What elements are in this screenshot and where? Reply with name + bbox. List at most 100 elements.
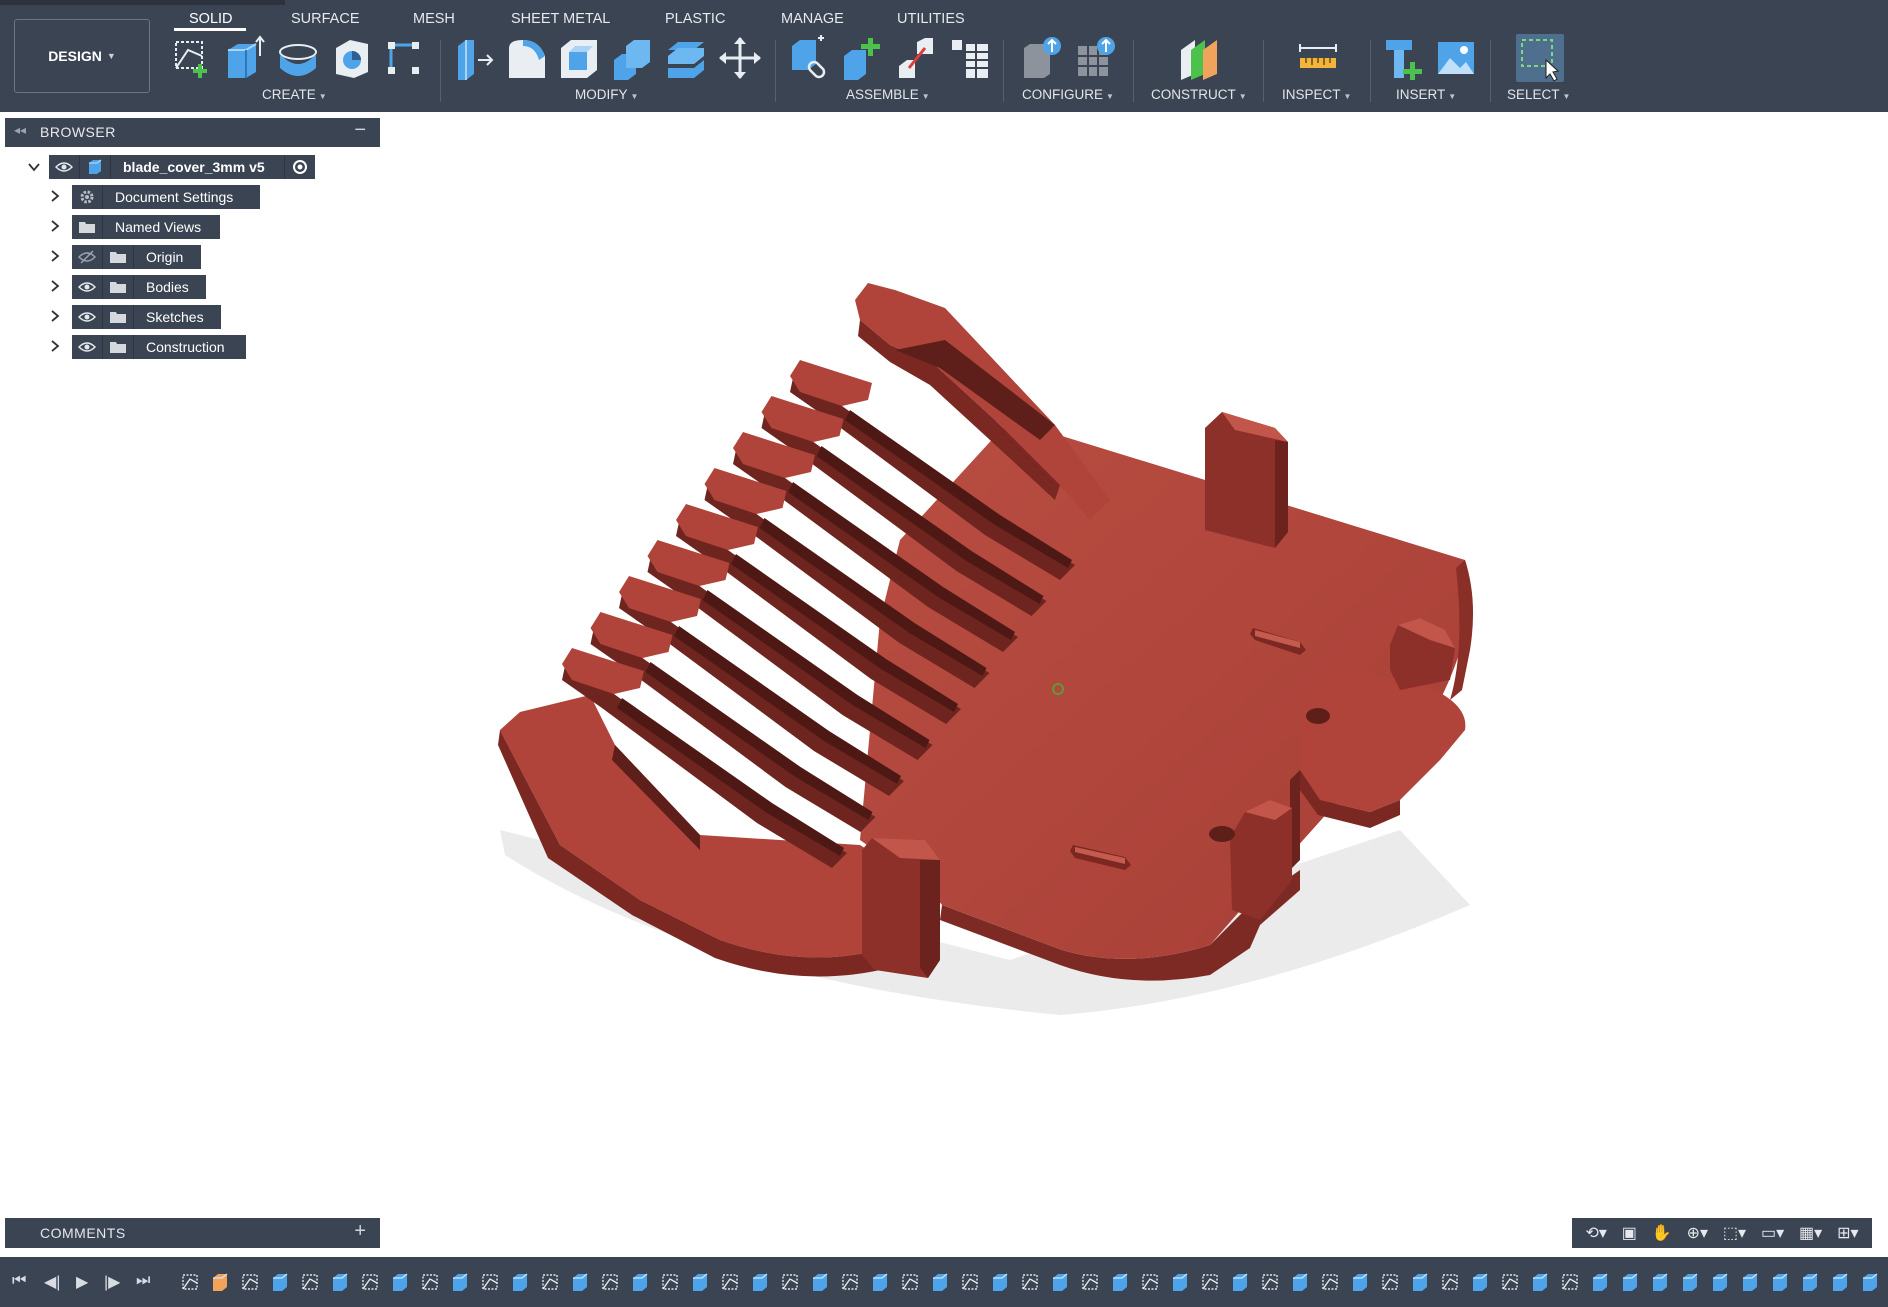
timeline-feature[interactable] — [1530, 1271, 1550, 1293]
timeline-feature[interactable] — [930, 1271, 950, 1293]
timeline-feature[interactable] — [360, 1271, 380, 1293]
chevron-down-icon[interactable] — [27, 160, 41, 174]
insert-mcmaster-icon[interactable] — [1382, 34, 1426, 82]
tab-surface[interactable]: SURFACE — [291, 11, 360, 27]
chevron-right-icon[interactable] — [48, 339, 62, 353]
timeline-track[interactable] — [180, 1271, 1880, 1295]
timeline-feature[interactable] — [1140, 1271, 1160, 1293]
browser-item-bodies[interactable]: Bodies — [72, 275, 206, 299]
eye-icon[interactable] — [72, 275, 103, 299]
inspect-menu[interactable]: INSPECT ▼ — [1282, 87, 1351, 102]
shell-icon[interactable] — [557, 34, 601, 82]
timeline-feature[interactable] — [990, 1271, 1010, 1293]
timeline-feature[interactable] — [1170, 1271, 1190, 1293]
timeline-feature[interactable] — [330, 1271, 350, 1293]
select-tool-button[interactable] — [1516, 34, 1564, 82]
combine-icon[interactable] — [610, 34, 654, 82]
revolve-icon[interactable] — [276, 34, 320, 82]
timeline-feature[interactable] — [180, 1271, 200, 1293]
timeline-feature[interactable] — [720, 1271, 740, 1293]
modify-menu[interactable]: MODIFY ▼ — [575, 87, 638, 102]
timeline-feature[interactable] — [810, 1271, 830, 1293]
timeline-feature[interactable] — [270, 1271, 290, 1293]
go-to-start-icon[interactable]: ⏮ — [12, 1272, 26, 1290]
timeline-feature[interactable] — [1770, 1271, 1790, 1293]
viewports-icon[interactable]: ⊞▾ — [1837, 1223, 1858, 1243]
eye-icon[interactable] — [72, 335, 103, 359]
select-menu[interactable]: SELECT ▼ — [1507, 87, 1570, 102]
timeline-feature[interactable] — [1260, 1271, 1280, 1293]
play-icon[interactable]: ▶ — [76, 1272, 88, 1292]
tab-solid[interactable]: SOLID — [189, 11, 233, 27]
new-component-link-icon[interactable] — [788, 34, 832, 82]
browser-item-sketches[interactable]: Sketches — [72, 305, 221, 329]
timeline-feature[interactable] — [480, 1271, 500, 1293]
fillet-icon[interactable] — [505, 34, 549, 82]
chevron-right-icon[interactable] — [48, 279, 62, 293]
timeline-feature[interactable] — [1410, 1271, 1430, 1293]
timeline-feature[interactable] — [210, 1271, 230, 1293]
timeline-feature[interactable] — [450, 1271, 470, 1293]
model-canvas[interactable] — [0, 112, 1888, 1217]
timeline-feature[interactable] — [510, 1271, 530, 1293]
timeline-feature[interactable] — [240, 1271, 260, 1293]
browser-item-document-settings[interactable]: Document Settings — [72, 185, 260, 209]
workspace-switcher-button[interactable]: DESIGN ▼ — [14, 19, 150, 93]
pan-icon[interactable]: ✋ — [1652, 1223, 1672, 1243]
extrude-icon[interactable] — [222, 34, 266, 82]
display-settings-icon[interactable]: ▭▾ — [1761, 1223, 1784, 1243]
timeline-feature[interactable] — [1290, 1271, 1310, 1293]
tab-utilities[interactable]: UTILITIES — [897, 11, 965, 27]
browser-root-component[interactable]: blade_cover_3mm v5 — [49, 155, 315, 179]
timeline-feature[interactable] — [1320, 1271, 1340, 1293]
timeline-feature[interactable] — [690, 1271, 710, 1293]
insert-canvas-icon[interactable] — [1434, 34, 1478, 82]
chevron-right-icon[interactable] — [48, 309, 62, 323]
browser-item-named-views[interactable]: Named Views — [72, 215, 220, 239]
3d-viewport[interactable] — [0, 112, 1888, 1217]
timeline-feature[interactable] — [1830, 1271, 1850, 1293]
timeline-feature[interactable] — [420, 1271, 440, 1293]
timeline-feature[interactable] — [1620, 1271, 1640, 1293]
timeline-feature[interactable] — [1020, 1271, 1040, 1293]
timeline-feature[interactable] — [630, 1271, 650, 1293]
timeline-feature[interactable] — [1380, 1271, 1400, 1293]
offset-face-icon[interactable] — [664, 34, 708, 82]
timeline-feature[interactable] — [1350, 1271, 1370, 1293]
collapse-browser-icon[interactable]: ◂◂ — [14, 123, 26, 137]
tab-manage[interactable]: MANAGE — [781, 11, 844, 27]
activate-component-icon[interactable] — [284, 155, 315, 179]
add-comment-button[interactable]: + — [354, 1220, 366, 1243]
orbit-icon[interactable]: ⟲▾ — [1585, 1223, 1606, 1243]
tab-mesh[interactable]: MESH — [413, 11, 455, 27]
configure-icon[interactable] — [1020, 34, 1064, 82]
timeline-feature[interactable] — [1110, 1271, 1130, 1293]
create-sketch-icon[interactable] — [170, 34, 214, 82]
browser-item-origin[interactable]: Origin — [72, 245, 201, 269]
chevron-right-icon[interactable] — [48, 249, 62, 263]
timeline-feature[interactable] — [1560, 1271, 1580, 1293]
timeline-feature[interactable] — [1860, 1271, 1880, 1293]
timeline-feature[interactable] — [1590, 1271, 1610, 1293]
chevron-right-icon[interactable] — [48, 189, 62, 203]
timeline-feature[interactable] — [960, 1271, 980, 1293]
timeline-feature[interactable] — [1680, 1271, 1700, 1293]
eye-hidden-icon[interactable] — [72, 245, 103, 269]
tab-plastic[interactable]: PLASTIC — [665, 11, 725, 27]
construct-menu[interactable]: CONSTRUCT ▼ — [1151, 87, 1247, 102]
fit-icon[interactable]: ⬚▾ — [1723, 1223, 1746, 1243]
press-pull-icon[interactable] — [452, 34, 496, 82]
browser-item-construction[interactable]: Construction — [72, 335, 246, 359]
timeline-feature[interactable] — [1740, 1271, 1760, 1293]
assemble-menu[interactable]: ASSEMBLE ▼ — [846, 87, 930, 102]
move-copy-icon[interactable] — [718, 34, 762, 82]
timeline-feature[interactable] — [660, 1271, 680, 1293]
new-component-icon[interactable] — [840, 34, 884, 82]
hole-icon[interactable] — [330, 34, 374, 82]
create-menu[interactable]: CREATE ▼ — [262, 87, 327, 102]
timeline-feature[interactable] — [540, 1271, 560, 1293]
timeline-feature[interactable] — [600, 1271, 620, 1293]
step-forward-icon[interactable]: |▶ — [104, 1272, 120, 1292]
timeline-feature[interactable] — [1230, 1271, 1250, 1293]
eye-icon[interactable] — [49, 155, 80, 179]
